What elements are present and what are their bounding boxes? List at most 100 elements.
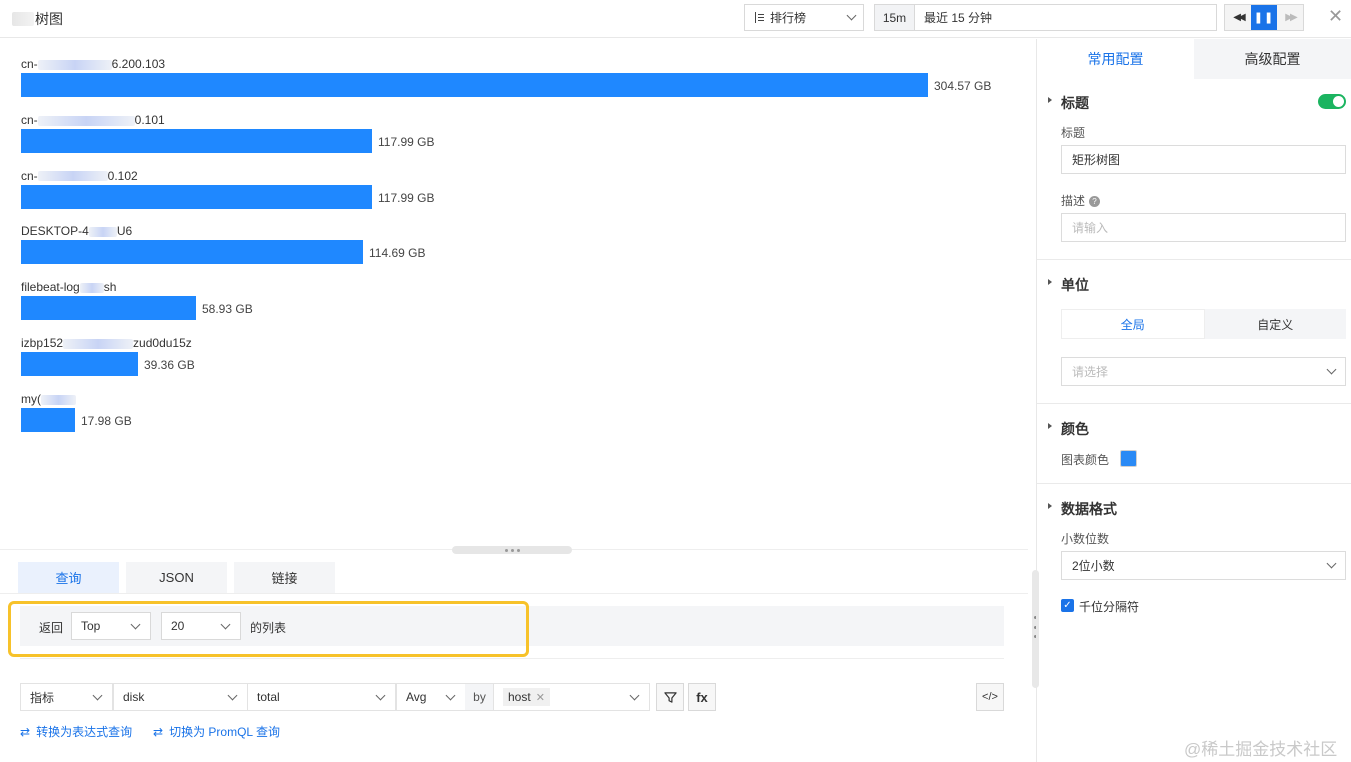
sort-mode-select[interactable]: 排行榜 <box>744 4 864 31</box>
label-redaction <box>37 59 112 70</box>
description-label: 描述? <box>1061 192 1101 209</box>
chart-bar[interactable] <box>21 128 372 153</box>
top-bar: 树图 排行榜 15m 最近 15 分钟 ◀◀ ❚❚ ▶▶ ✕ <box>0 0 1351 38</box>
bar-value-label: 304.57 GB <box>934 79 992 93</box>
section-color-heading[interactable]: 颜色 <box>1061 419 1089 439</box>
sort-icon <box>753 11 765 24</box>
unit-select-placeholder: 请选择 <box>1072 365 1109 379</box>
chevron-down-icon <box>375 690 386 700</box>
metric-type-value: 指标 <box>30 690 55 705</box>
page-title: 树图 <box>35 11 63 27</box>
tab-json[interactable]: JSON <box>126 562 227 593</box>
code-toggle-button[interactable]: </> <box>976 683 1004 711</box>
host-label: cn- 0.102 <box>21 169 138 183</box>
aggregate-select[interactable]: Avg <box>396 683 466 711</box>
forward-button[interactable]: ▶▶ <box>1277 5 1303 30</box>
convert-expression-link[interactable]: ⇄ 转换为表达式查询 <box>20 723 132 740</box>
label-redaction <box>37 171 108 182</box>
metric-type-select[interactable]: 指标 <box>20 683 113 711</box>
chevron-down-icon <box>227 690 238 700</box>
host-label: my( <box>21 392 76 406</box>
by-label: by <box>465 683 494 711</box>
title-wrap: 树图 <box>12 9 63 29</box>
bar-value-label: 39.36 GB <box>144 358 195 372</box>
pause-button[interactable]: ❚❚ <box>1251 5 1277 30</box>
caret-icon[interactable] <box>1048 97 1052 103</box>
decimals-select[interactable]: 2位小数 <box>1061 551 1346 580</box>
host-label-prefix: my( <box>21 391 41 406</box>
chart-bar[interactable] <box>21 73 928 97</box>
switch-promql-link[interactable]: ⇄ 切换为 PromQL 查询 <box>153 723 280 740</box>
chart-bar[interactable] <box>21 184 372 209</box>
title-toggle[interactable] <box>1318 94 1346 109</box>
section-unit-heading[interactable]: 单位 <box>1061 275 1089 295</box>
tab-advanced-config[interactable]: 高级配置 <box>1194 39 1351 79</box>
close-icon[interactable]: ✕ <box>1328 6 1343 27</box>
description-input[interactable]: 请输入 <box>1061 213 1346 242</box>
unit-select[interactable]: 请选择 <box>1061 357 1346 386</box>
measurement-select[interactable]: disk <box>113 683 248 711</box>
chart-bar[interactable] <box>21 352 138 376</box>
title-input[interactable]: 矩形树图 <box>1061 145 1346 174</box>
label-redaction <box>79 283 104 294</box>
filter-button[interactable] <box>656 683 684 711</box>
chevron-down-icon <box>846 10 857 21</box>
thousands-checkbox[interactable]: ✓ <box>1061 599 1074 612</box>
section-title-heading[interactable]: 标题 <box>1061 93 1089 113</box>
thousands-label: 千位分隔符 <box>1079 600 1140 614</box>
chart-color-label: 图表颜色 <box>1061 453 1110 467</box>
bar-value-label: 117.99 GB <box>378 134 435 149</box>
group-by-select[interactable]: host ✕ <box>493 683 650 711</box>
bar-value-label: 114.69 GB <box>369 246 426 261</box>
host-label: filebeat-log sh <box>21 280 116 294</box>
title-redaction <box>12 12 34 26</box>
chart-bar[interactable] <box>21 240 363 265</box>
tag-remove-icon[interactable]: ✕ <box>536 691 545 704</box>
host-label-suffix: sh <box>103 280 117 295</box>
bar-chart: cn- 6.200.103 304.57 GB cn- 0.101 117.99 GB cn… <box>0 39 1035 549</box>
section-divider <box>1037 259 1351 260</box>
host-label-suffix: 6.200.103 <box>111 57 166 71</box>
field-value: total <box>257 690 280 704</box>
bar-value-label: 58.93 GB <box>202 302 253 317</box>
function-button[interactable]: fx <box>688 683 716 711</box>
rewind-button[interactable]: ◀◀ <box>1225 5 1251 30</box>
host-label-prefix: cn- <box>21 112 38 127</box>
host-label-suffix: 0.102 <box>107 168 138 183</box>
time-range-picker[interactable]: 15m 最近 15 分钟 <box>874 4 1217 31</box>
label-redaction <box>37 115 135 126</box>
field-select[interactable]: total <box>247 683 396 711</box>
measurement-value: disk <box>123 690 145 704</box>
sort-mode-label: 排行榜 <box>770 11 807 25</box>
bar-value-label: 17.98 GB <box>81 413 132 428</box>
resize-handle[interactable] <box>452 546 572 554</box>
description-label-text: 描述 <box>1061 194 1086 208</box>
section-divider <box>1037 403 1351 404</box>
host-label: DESKTOP-4 U6 <box>21 224 132 238</box>
help-icon[interactable]: ? <box>1089 196 1101 208</box>
chart-color-swatch[interactable] <box>1120 450 1137 467</box>
query-tabs: 查询 JSON 链接 <box>18 562 335 593</box>
host-label-prefix: filebeat-log <box>21 280 80 295</box>
group-tag: host ✕ <box>503 688 550 706</box>
caret-icon[interactable] <box>1048 503 1052 509</box>
convert-expression-label: 转换为表达式查询 <box>36 725 133 739</box>
tab-common-config[interactable]: 常用配置 <box>1037 39 1194 79</box>
title-field-label: 标题 <box>1061 126 1086 140</box>
host-label-prefix: cn- <box>21 57 38 71</box>
tab-link[interactable]: 链接 <box>234 562 335 593</box>
chart-bar[interactable] <box>21 296 196 321</box>
caret-icon[interactable] <box>1048 279 1052 285</box>
unit-global-option[interactable]: 全局 <box>1061 309 1205 339</box>
caret-icon[interactable] <box>1048 423 1052 429</box>
chevron-down-icon <box>629 690 640 700</box>
label-redaction <box>63 338 134 349</box>
time-range-label: 最近 15 分钟 <box>924 11 993 25</box>
decimals-value: 2位小数 <box>1072 559 1115 573</box>
bar-value-label: 117.99 GB <box>378 190 435 205</box>
chart-bar[interactable] <box>21 407 75 432</box>
tab-query[interactable]: 查询 <box>18 562 119 593</box>
host-label-suffix: 0.101 <box>134 112 165 127</box>
section-format-heading[interactable]: 数据格式 <box>1061 499 1117 519</box>
unit-custom-option[interactable]: 自定义 <box>1204 309 1346 339</box>
